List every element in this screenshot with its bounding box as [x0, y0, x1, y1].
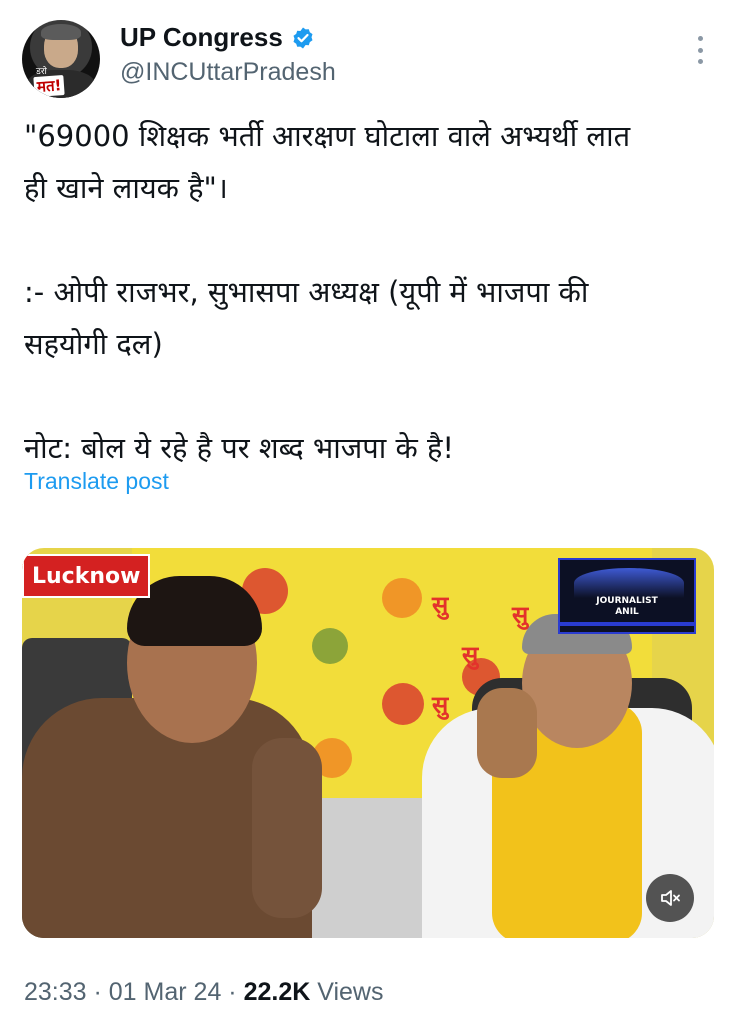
post-text-line: :- ओपी राजभर, सुभासपा अध्यक्ष (यूपी में … [24, 275, 589, 309]
post-text-line [24, 214, 714, 266]
more-dot [697, 36, 703, 41]
channel-logo-bar [560, 622, 694, 626]
wall-glyph: सु [512, 601, 529, 629]
post-header: डरो मत! UP Congress @INCUttarPradesh [22, 18, 714, 98]
avatar-badge-text: मत! [33, 74, 66, 98]
avatar[interactable]: डरो मत! [22, 20, 100, 98]
mute-button[interactable] [646, 874, 694, 922]
author-name[interactable]: UP Congress [120, 22, 283, 53]
video-player[interactable]: सु सु सु सु Lucknow JOURNALIST ANIL [22, 548, 714, 938]
wall-poster [312, 628, 348, 664]
wall-glyph: सु [462, 641, 479, 669]
channel-logo-sub: ANIL [615, 607, 639, 617]
meta-separator: · [221, 978, 244, 1006]
views-count[interactable]: 22.2K [244, 978, 311, 1006]
post-text: "69000 शिक्षक भर्ती आरक्षण घोटाला वाले अ… [24, 110, 714, 474]
location-tag-label: Lucknow [32, 563, 141, 589]
verified-badge-icon [293, 27, 313, 48]
channel-logo: JOURNALIST ANIL [558, 558, 696, 634]
person-right-hand [477, 688, 537, 778]
post-text-line: "69000 शिक्षक भर्ती आरक्षण घोटाला वाले अ… [24, 119, 631, 153]
globe-icon [574, 568, 684, 598]
post-text-line: सहयोगी दल) [24, 327, 163, 361]
channel-logo-title: JOURNALIST [596, 596, 658, 606]
author-name-row[interactable]: UP Congress [120, 22, 315, 53]
translate-post-link[interactable]: Translate post [24, 468, 169, 495]
avatar-hair-shape [41, 24, 81, 40]
wall-poster [382, 578, 422, 618]
more-options-icon[interactable] [696, 36, 704, 64]
location-tag: Lucknow [22, 554, 151, 598]
speaker-muted-icon [661, 890, 680, 906]
views-label: Views [310, 978, 384, 1006]
author-handle[interactable]: @INCUttarPradesh [120, 58, 336, 87]
post-time[interactable]: 23:33 [24, 978, 87, 1006]
person-left-arm [252, 738, 322, 918]
more-dot [697, 47, 703, 53]
wall-glyph: सु [432, 691, 449, 719]
avatar-text-small: डरो [36, 67, 47, 77]
post-text-line: नोट: बोल ये रहे है पर शब्द भाजपा के है! [24, 431, 454, 465]
post-text-line: ही खाने लायक है"। [24, 171, 228, 205]
meta-separator: · [86, 978, 109, 1006]
wall-poster [382, 683, 424, 725]
more-dot [697, 59, 703, 64]
wall-glyph: सु [432, 591, 449, 619]
post-text-line [24, 370, 714, 422]
post-date[interactable]: 01 Mar 24 [109, 978, 222, 1006]
post-metadata: 23:33 · 01 Mar 24 · 22.2K Views [24, 978, 383, 1007]
